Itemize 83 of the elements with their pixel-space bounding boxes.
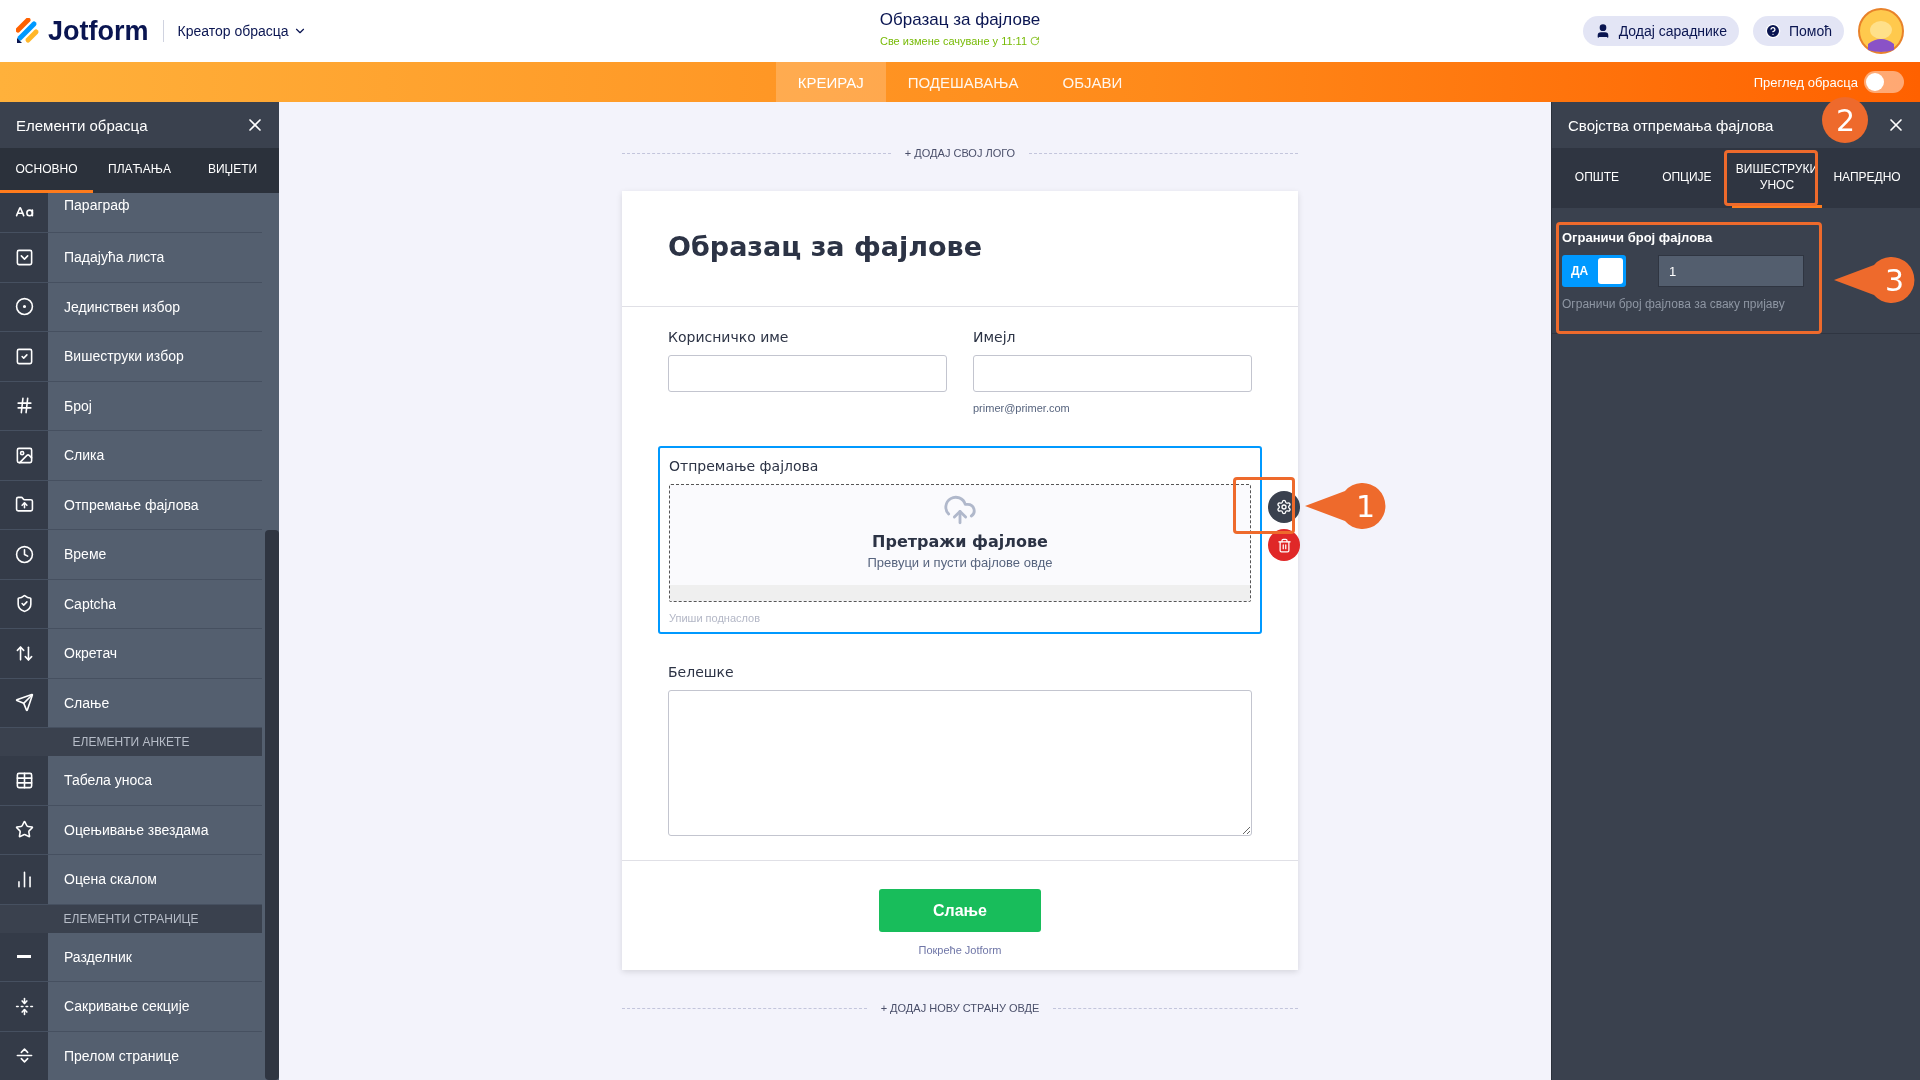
element-item[interactable]: Captcha: [0, 579, 262, 629]
element-item[interactable]: Сакривање секције: [0, 982, 262, 1032]
setting-description: Ограничи број фајлова за сваку пријаву: [1562, 297, 1786, 311]
element-item[interactable]: Табела уноса: [0, 756, 262, 806]
separator-icon: [14, 1046, 34, 1066]
field-sublabel: Упиши поднаслов: [669, 612, 762, 624]
send-icon: [14, 693, 34, 713]
browse-files-button[interactable]: Претражи фајлове: [866, 531, 1054, 552]
group-header: ЕЛЕМЕНТИ СТРАНИЦЕ: [0, 904, 262, 933]
form-heading: Образац за фајлове: [668, 231, 983, 262]
cloud-upload-icon: [943, 493, 977, 527]
field-label: Белешке: [668, 664, 735, 680]
setting-label: Ограничи број фајлова: [1562, 230, 1714, 245]
dash-icon: [17, 955, 31, 959]
horizontal-scrollbar[interactable]: [670, 585, 1250, 601]
preview-label: Преглед обрасца: [1753, 74, 1858, 90]
element-item[interactable]: Прелом странице: [0, 1031, 262, 1080]
builder-menu[interactable]: Креатор обрасца: [177, 23, 307, 39]
field-label: Имејл: [973, 329, 1017, 345]
radio-icon: [14, 297, 34, 317]
text-field[interactable]: [668, 355, 947, 392]
folder-upload-icon: [14, 495, 34, 515]
upload-dropzone[interactable]: Претражи фајлове Превуци и пусти фајлове овде: [669, 484, 1251, 602]
preview-switch[interactable]: [1864, 71, 1904, 93]
field-label: Корисничко име: [668, 329, 790, 345]
element-item[interactable]: Параграф: [0, 193, 262, 233]
image-icon: [14, 445, 34, 465]
dropdown-icon: [14, 247, 34, 267]
settings-icon: [1276, 499, 1292, 515]
element-item[interactable]: Време: [0, 530, 262, 580]
fold-icon: [14, 996, 34, 1016]
callout-number: 1: [1355, 488, 1375, 524]
element-item[interactable]: Јединствен избор: [0, 282, 262, 332]
panel-title: Елементи обрасца: [16, 116, 148, 134]
panel-title: Својства отпремања фајлова: [1568, 116, 1774, 134]
element-item[interactable]: Падајућа листа: [0, 233, 262, 283]
add-page-link[interactable]: + ДОДАЈ НОВУ СТРАНУ ОВДЕ: [880, 1002, 1040, 1014]
clock-icon: [14, 544, 34, 564]
panel-tab[interactable]: ВИЏЕТИ: [186, 148, 279, 193]
element-item[interactable]: Оцењивање звездама: [0, 805, 262, 855]
help-button[interactable]: Помоћ: [1752, 16, 1844, 46]
text-field[interactable]: [973, 355, 1252, 392]
highlight-frame: [1233, 477, 1295, 534]
arrows-icon: [14, 643, 34, 663]
element-item[interactable]: Разделник: [0, 932, 262, 982]
logo-icon: [16, 18, 40, 44]
element-item[interactable]: Број: [0, 381, 262, 431]
properties-tab[interactable]: ВИШЕСТРУКИ УНОС: [1731, 148, 1823, 208]
properties-tab[interactable]: НАПРЕДНО: [1822, 148, 1912, 208]
properties-tab[interactable]: ОПШТЕ: [1552, 148, 1642, 208]
add-logo-link[interactable]: + ДОДАЈ СВОЈ ЛОГО: [904, 147, 1016, 159]
star-icon: [14, 820, 34, 840]
logo-text: Jotform: [48, 15, 149, 47]
element-item[interactable]: Слање: [0, 678, 262, 728]
form-title: Образац за фајлове: [879, 10, 1041, 30]
element-item[interactable]: Вишеструки избор: [0, 332, 262, 382]
element-item[interactable]: Окретач: [0, 629, 262, 679]
hash-icon: [14, 396, 34, 416]
element-item[interactable]: Оцена скалом: [0, 855, 262, 905]
powered-by: Покреће Jotform: [918, 944, 1002, 956]
group-header: ЕЛЕМЕНТИ АНКЕТЕ: [0, 728, 262, 756]
callout-number: 2: [1835, 102, 1855, 138]
checkbox-icon: [14, 346, 34, 366]
field-sublabel: primer@primer.com: [973, 402, 1071, 414]
element-item[interactable]: Слика: [0, 431, 262, 481]
dropzone-hint: Превуци и пусти фајлове овде: [867, 555, 1053, 570]
refresh-icon: [1030, 36, 1041, 46]
avatar[interactable]: [1858, 8, 1904, 54]
table-icon: [14, 770, 34, 790]
number-field[interactable]: 1: [1658, 255, 1804, 287]
element-item[interactable]: Отпремање фајлова: [0, 480, 262, 530]
properties-tab[interactable]: ОПЦИЈЕ: [1641, 148, 1732, 208]
trash-icon: [1276, 537, 1292, 553]
shield-icon: [14, 594, 34, 614]
help-icon: [1764, 23, 1781, 39]
save-status: Све измене сачуване у 11:11: [879, 35, 1041, 47]
selected-field[interactable]: Отпремање фајлова Претражи фајлове Превуци и пусти фајлове овде Упиши поднаслов: [658, 446, 1262, 634]
field-label: Отпремање фајлова: [669, 458, 820, 474]
scrollbar-thumb[interactable]: [265, 530, 279, 1080]
callout-number: 3: [1884, 262, 1904, 298]
panel-tab[interactable]: ПЛАЋАЊА: [93, 148, 186, 193]
add-collaborators-button[interactable]: Додај сараднике: [1582, 16, 1739, 46]
notes-field[interactable]: [668, 690, 1252, 836]
